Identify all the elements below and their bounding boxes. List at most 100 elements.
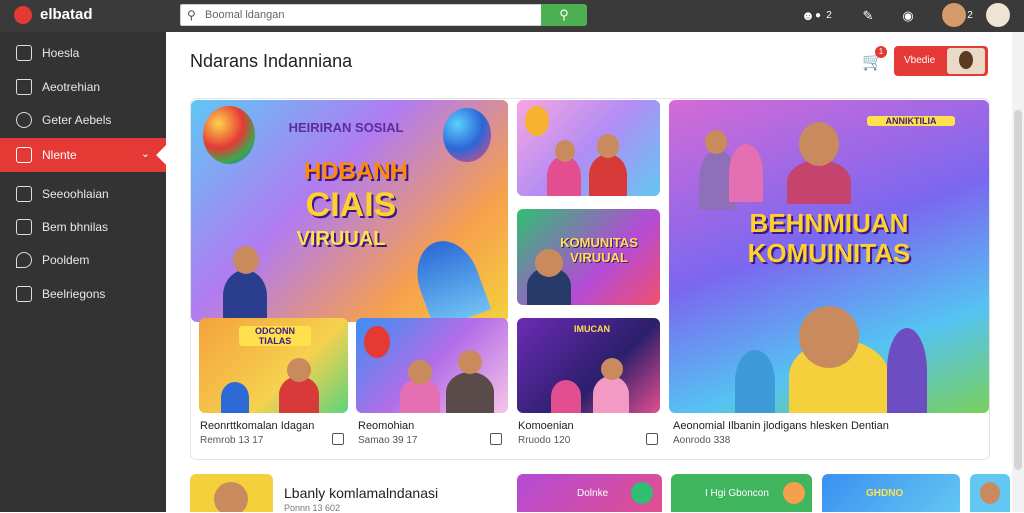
- chevron-down-icon: ⌄: [140, 148, 150, 160]
- thumbnail-tile[interactable]: [190, 474, 273, 512]
- video-icon: [16, 147, 32, 163]
- avatar[interactable]: [942, 3, 966, 27]
- balloon: [364, 326, 390, 358]
- search-placeholder: Boomal ldangan: [205, 9, 285, 21]
- tile-overlay-text: IMUCAN: [574, 324, 610, 334]
- sidebar-item-nlente[interactable]: Nlente ⌄: [0, 138, 176, 172]
- sidebar-item-label: Nlente: [42, 148, 77, 162]
- calendar-icon[interactable]: [490, 433, 502, 445]
- banner-title-2: CIAIS: [305, 186, 397, 224]
- kid-head: [408, 360, 432, 384]
- kid-head: [799, 122, 839, 166]
- kid-figure: [787, 160, 851, 204]
- list-icon: [16, 219, 32, 235]
- search-button[interactable]: ⚲: [541, 4, 587, 26]
- sidebar-item-beelriegons[interactable]: Beelriegons: [0, 277, 166, 311]
- section-title[interactable]: Lbanly komlamalndanasi: [284, 485, 438, 501]
- kid-figure: [589, 154, 627, 196]
- sidebar-item-bem-bhnilas[interactable]: Bem bhnilas: [0, 210, 166, 244]
- sidebar: Hoesla Aeotrehian Geter Aebels Nlente ⌄ …: [0, 32, 176, 512]
- tile-label: Dolnke: [577, 488, 609, 499]
- thumbnail-tile[interactable]: [356, 318, 508, 413]
- balloon: [443, 108, 491, 162]
- kid-figure: [446, 372, 494, 413]
- thumbnail-tile[interactable]: [970, 474, 1010, 512]
- settings-icon: [16, 112, 32, 128]
- video-button-label: Vbedie: [904, 55, 936, 66]
- sidebar-item-geter-aebels[interactable]: Geter Aebels: [0, 103, 166, 137]
- topbar-count: 2: [826, 10, 832, 21]
- card-meta: Rruodo 120: [518, 435, 571, 446]
- kid-figure: [551, 380, 581, 413]
- avatar-count: 2: [967, 10, 973, 21]
- house-icon: [16, 79, 32, 95]
- kid-head: [458, 350, 482, 374]
- logo-icon[interactable]: [14, 6, 32, 24]
- page-title: Ndarans Indanniana: [190, 51, 353, 71]
- thumbnail-tile[interactable]: Dolnke: [517, 474, 662, 512]
- sidebar-item-label: Bem bhnilas: [42, 220, 109, 234]
- kid-head: [980, 482, 1000, 504]
- sidebar-item-label: Aeotrehian: [42, 80, 101, 94]
- tile-label: I Hgi Gboncon: [705, 488, 769, 499]
- kid-figure: [729, 144, 763, 202]
- sidebar-item-pooldem[interactable]: Pooldem: [0, 243, 166, 277]
- calendar-icon[interactable]: [332, 433, 344, 445]
- banner-title-1: HDBANH: [304, 158, 408, 185]
- kid-head: [555, 140, 575, 162]
- kid-head: [535, 249, 563, 277]
- kid-head: [233, 246, 259, 274]
- search-field-icon: ⚲: [187, 8, 196, 22]
- kid-figure: [593, 376, 629, 413]
- thumbnail-tile[interactable]: GHDNO: [822, 474, 960, 512]
- card-title[interactable]: Aeonomial Ilbanin jlodigans hlesken Dent…: [673, 420, 889, 432]
- top-bar: elbatad ⚲ Boomal ldangan ⚲ ☻ ● 2 ✎ ◉ 2: [0, 0, 1024, 32]
- thumbnail-tile[interactable]: I Hgi Gboncon: [671, 474, 812, 512]
- button-avatar-face: [959, 51, 973, 69]
- bookmark-icon: [16, 286, 32, 302]
- balloon: [203, 106, 255, 164]
- banner-overlay-text: BEHNMIUAN KOMUINITAS: [747, 208, 911, 268]
- thumbnail-tile[interactable]: IMUCAN: [517, 318, 660, 413]
- sidebar-item-seeoohlaian[interactable]: Seeoohlaian: [0, 177, 166, 211]
- sidebar-item-label: Pooldem: [42, 253, 90, 267]
- search-input[interactable]: ⚲ Boomal ldangan: [180, 4, 542, 26]
- badge-icon: [783, 482, 805, 504]
- kid-head: [799, 306, 859, 368]
- card-title[interactable]: Komoenian: [518, 420, 574, 432]
- thumbnail-tile[interactable]: [517, 100, 660, 196]
- video-button[interactable]: Vbedie: [894, 46, 988, 76]
- pin-icon: [16, 252, 32, 268]
- kid-figure: [547, 156, 581, 196]
- cart-badge: 1: [875, 46, 887, 58]
- card-title[interactable]: Reonrttkomalan Idagan: [200, 420, 314, 432]
- banner-badge: ANNIKTILIA: [867, 116, 955, 126]
- app-logo[interactable]: elbatad: [40, 6, 93, 23]
- card-meta: Aonrodo 338: [673, 435, 731, 446]
- thumbnail-tile[interactable]: ODCONN TIALAS: [199, 318, 348, 413]
- card-meta: Remrob 13 17: [200, 435, 264, 446]
- sidebar-item-label: Geter Aebels: [42, 113, 112, 127]
- kid-head: [597, 134, 619, 158]
- tag-icon[interactable]: ✎: [858, 6, 878, 26]
- komunitas-tile[interactable]: KOMUNITAS VIRUUAL: [517, 209, 660, 305]
- sidebar-item-label: Seeoohlaian: [42, 187, 109, 201]
- balloon: [525, 106, 549, 136]
- sidebar-item-aeotrehian[interactable]: Aeotrehian: [0, 70, 166, 104]
- kid-head: [705, 130, 727, 154]
- calendar-icon[interactable]: [646, 433, 658, 445]
- scrollbar-thumb[interactable]: [1014, 110, 1022, 470]
- kid-head: [214, 482, 248, 512]
- main-banner[interactable]: HEIRIRAN SOSIAL HDBANH CIAIS VIRUUAL: [191, 100, 508, 322]
- user-avatar[interactable]: [986, 3, 1010, 27]
- sidebar-item-hoesla[interactable]: Hoesla: [0, 36, 166, 70]
- card-title[interactable]: Reomohian: [358, 420, 414, 432]
- home-outline-icon: [16, 186, 32, 202]
- bell-icon[interactable]: ◉: [898, 6, 918, 26]
- komunitas-banner[interactable]: ANNIKTILIA BEHNMIUAN KOMUINITAS: [669, 100, 989, 413]
- kid-figure: [223, 270, 267, 322]
- card-meta: Samao 39 17: [358, 435, 418, 446]
- search-icon: ⚲: [559, 7, 569, 22]
- kid-figure: [887, 328, 927, 413]
- banner-small-title: HEIRIRAN SOSIAL: [288, 120, 404, 135]
